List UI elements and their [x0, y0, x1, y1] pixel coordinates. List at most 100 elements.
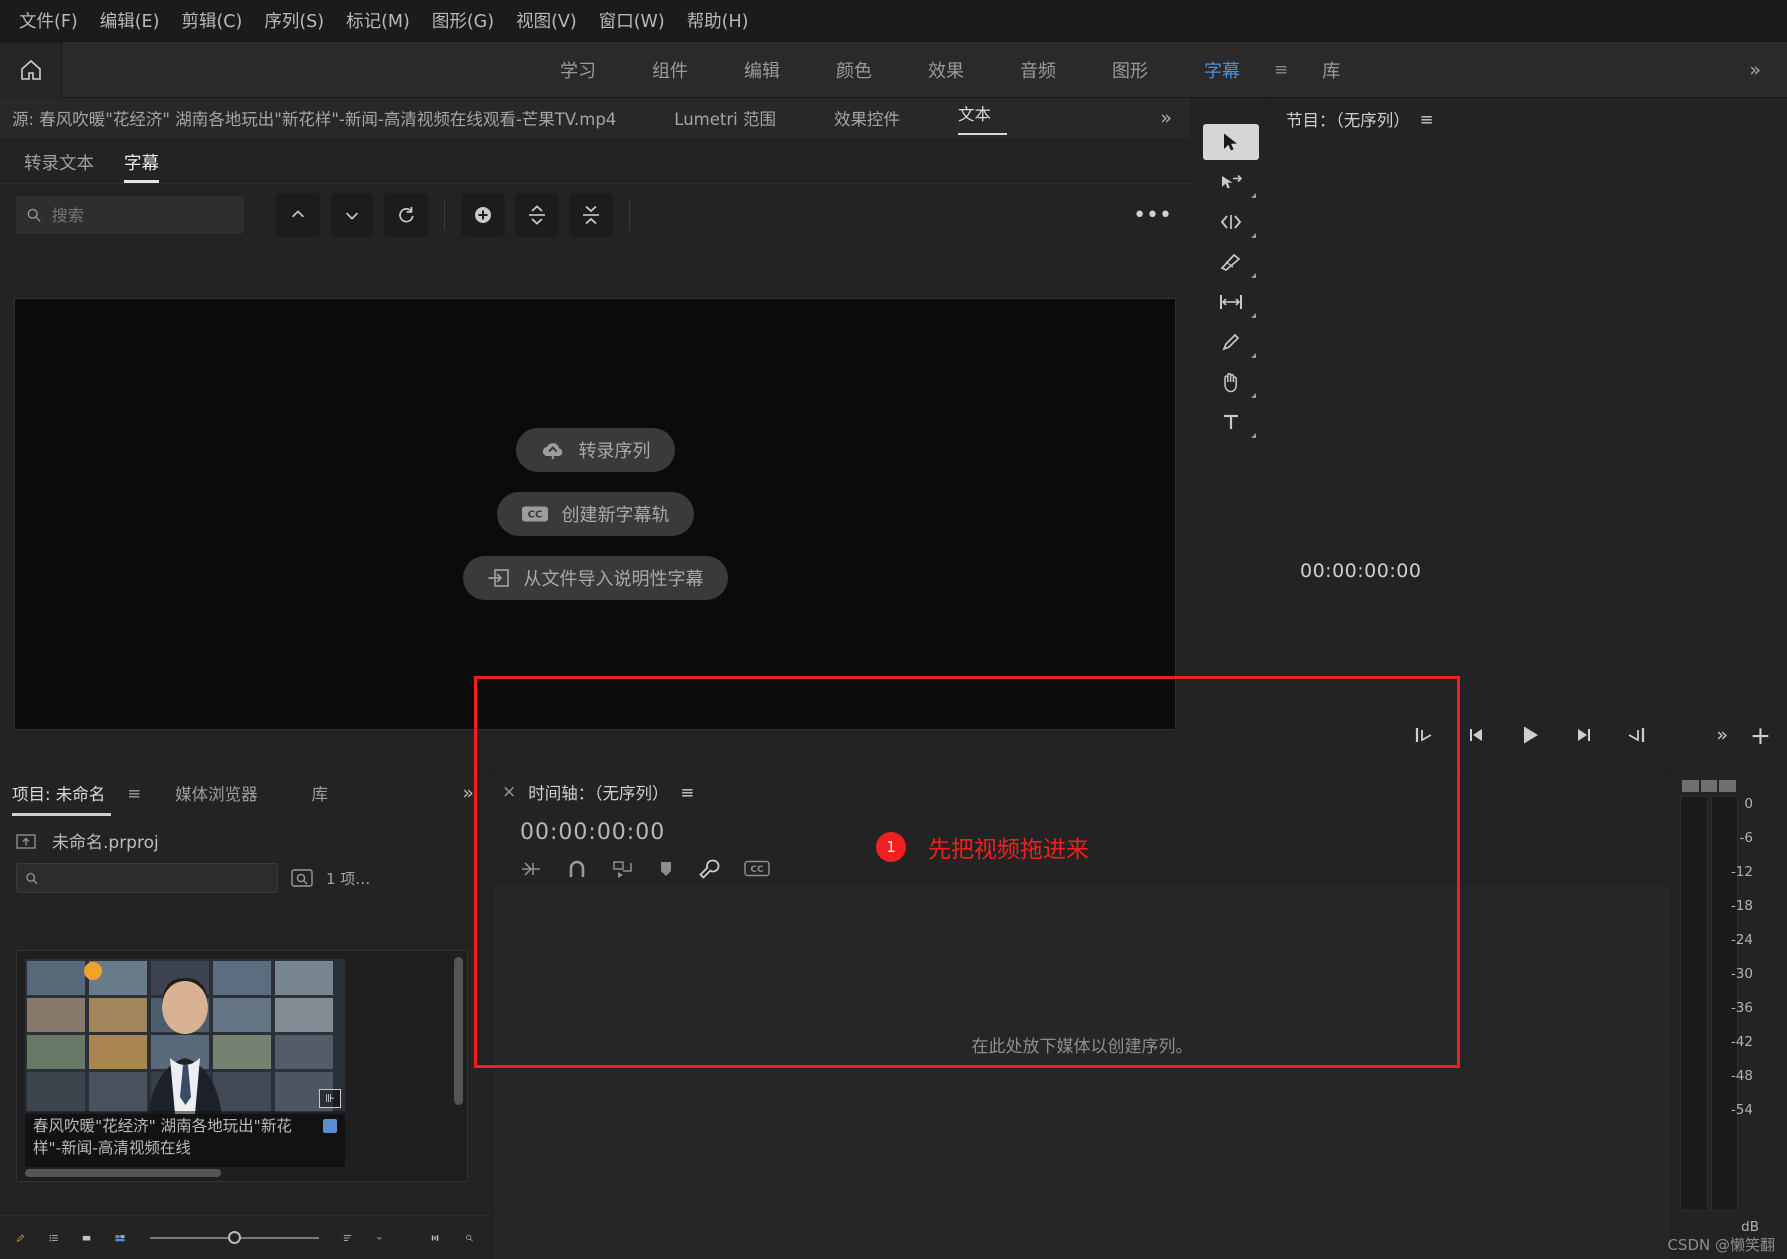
create-new-caption-track-button[interactable]: CC 创建新字幕轨	[496, 492, 694, 536]
caption-split-button[interactable]	[515, 193, 559, 237]
nest-icon[interactable]	[520, 859, 542, 879]
automate-icon[interactable]	[431, 1228, 441, 1248]
project-panel: 项目: 未命名 ≡ 媒体浏览器 库 » 未命名.prproj 1 项… ⊪ 春风…	[0, 772, 490, 1259]
captions-search-box[interactable]	[16, 196, 244, 234]
tab-project[interactable]: 项目: 未命名	[12, 781, 127, 816]
type-tool[interactable]	[1203, 404, 1259, 440]
caption-next-button[interactable]	[330, 193, 374, 237]
bin-vertical-scrollbar[interactable]	[454, 957, 463, 1105]
workspace-overflow-icon[interactable]: »	[1749, 59, 1761, 81]
captions-search-input[interactable]	[51, 205, 234, 225]
cc-icon[interactable]: CC	[744, 860, 770, 878]
text-panel-overflow-icon[interactable]: »	[1160, 107, 1172, 129]
project-search-box[interactable]	[16, 863, 278, 893]
subtab-transcript[interactable]: 转录文本	[12, 150, 112, 183]
home-button[interactable]	[0, 41, 62, 98]
selection-tool[interactable]	[1203, 124, 1259, 160]
menu-item-help[interactable]: 帮助(H)	[676, 4, 760, 37]
clip-item[interactable]: ⊪ 春风吹暖"花经济" 湖南各地玩出"新花样"-新闻-高清视频在线	[25, 959, 345, 1167]
marker-icon[interactable]	[658, 859, 674, 879]
clip-insert-badge[interactable]: ⊪	[319, 1089, 341, 1108]
go-to-out-icon[interactable]	[1624, 726, 1646, 744]
play-icon[interactable]	[1518, 724, 1542, 746]
timeline-body[interactable]: 在此处放下媒体以创建序列。	[494, 884, 1670, 1259]
subtab-captions[interactable]: 字幕	[112, 150, 177, 183]
program-monitor-burger-icon[interactable]: ≡	[1420, 110, 1434, 129]
menu-item-window[interactable]: 窗口(W)	[588, 4, 676, 37]
timeline-header: × 时间轴：（无序列） ≡	[494, 772, 1670, 812]
project-bin-area[interactable]: ⊪ 春风吹暖"花经济" 湖南各地玩出"新花样"-新闻-高清视频在线	[16, 950, 468, 1182]
zoom-slider[interactable]	[150, 1231, 320, 1244]
wrench-icon[interactable]	[698, 858, 720, 880]
captions-more-button[interactable]: •••	[1133, 203, 1172, 228]
bin-horizontal-scrollbar[interactable]	[25, 1169, 221, 1177]
svg-text:CC: CC	[527, 510, 542, 521]
ripple-edit-tool[interactable]	[1203, 204, 1259, 240]
transcribe-sequence-button[interactable]: 转录序列	[515, 428, 675, 472]
timeline-close-button[interactable]: ×	[502, 782, 516, 802]
hand-tool[interactable]	[1203, 364, 1259, 400]
find-icon[interactable]	[290, 867, 314, 889]
icon-view-icon[interactable]	[82, 1228, 91, 1248]
menu-item-file[interactable]: 文件(F)	[8, 4, 89, 37]
chevron-down-icon[interactable]	[376, 1230, 383, 1246]
meter-tick-0: 0	[1744, 796, 1753, 812]
link-icon[interactable]	[612, 859, 634, 879]
timeline-annotation: 1 先把视频拖进来	[876, 830, 1089, 864]
new-item-pen-icon[interactable]	[16, 1227, 25, 1249]
project-panel-overflow-icon[interactable]: »	[462, 782, 474, 804]
caption-prev-button[interactable]	[276, 193, 320, 237]
razor-tool[interactable]	[1203, 244, 1259, 280]
pen-tool[interactable]	[1203, 324, 1259, 360]
menu-item-view[interactable]: 视图(V)	[505, 4, 588, 37]
tab-media-browser[interactable]: 媒体浏览器	[151, 781, 280, 805]
magnifier-icon[interactable]	[465, 1228, 474, 1248]
folder-up-icon	[16, 834, 36, 849]
tool-corner-indicator	[1251, 193, 1256, 198]
caption-add-button[interactable]	[461, 193, 505, 237]
menu-item-sequence[interactable]: 序列(S)	[253, 4, 335, 37]
list-view-icon[interactable]	[49, 1228, 58, 1248]
meter-tick-8: -48	[1730, 1068, 1753, 1084]
menu-item-edit[interactable]: 编辑(E)	[89, 4, 171, 37]
workspace-tab-learn[interactable]: 学习	[532, 51, 624, 89]
workspace-tab-color[interactable]: 颜色	[808, 51, 900, 89]
workspace-tab-effects[interactable]: 效果	[900, 51, 992, 89]
step-back-icon[interactable]	[1466, 726, 1488, 744]
zoom-slider-knob[interactable]	[228, 1231, 242, 1244]
tab-lumetri-scopes[interactable]: Lumetri 范围	[632, 106, 792, 130]
caption-refresh-button[interactable]	[384, 193, 428, 237]
workspace-tab-graphics[interactable]: 图形	[1084, 51, 1176, 89]
program-monitor-overflow-icon[interactable]: »	[1716, 724, 1728, 746]
freeform-view-icon[interactable]	[115, 1228, 126, 1248]
project-panel-burger-icon[interactable]: ≡	[127, 784, 151, 803]
sort-icon[interactable]	[343, 1228, 352, 1248]
timeline-timecode[interactable]: 00:00:00:00	[520, 820, 665, 845]
track-select-tool[interactable]	[1203, 164, 1259, 200]
workspace-tab-libraries[interactable]: 库	[1294, 51, 1368, 89]
caption-merge-button[interactable]	[569, 193, 613, 237]
import-captions-from-file-button[interactable]: 从文件导入说明性字幕	[462, 556, 728, 600]
workspace-tab-editing[interactable]: 编辑	[716, 51, 808, 89]
project-file-row[interactable]: 未命名.prproj	[0, 814, 490, 863]
program-monitor-add-button[interactable]: +	[1750, 721, 1771, 750]
menu-item-marker[interactable]: 标记(M)	[335, 4, 421, 37]
workspace-tab-assembly[interactable]: 组件	[624, 51, 716, 89]
cursor-arrow-icon	[1224, 133, 1237, 151]
tab-text[interactable]: 文本	[957, 101, 1007, 135]
workspace-burger-icon[interactable]: ≡	[1268, 60, 1294, 80]
razor-icon	[1220, 253, 1241, 272]
tab-effect-controls[interactable]: 效果控件	[792, 106, 916, 130]
tab-source-monitor[interactable]: 源: 春风吹暖"花经济" 湖南各地玩出"新花样"-新闻-高清视频在线观看-芒果T…	[12, 106, 632, 130]
magnet-icon[interactable]	[566, 859, 588, 879]
go-to-in-icon[interactable]	[1414, 726, 1436, 744]
tab-libraries[interactable]: 库	[280, 781, 351, 805]
project-search-input[interactable]	[46, 870, 269, 886]
slip-tool[interactable]	[1203, 284, 1259, 320]
step-forward-icon[interactable]	[1572, 726, 1594, 744]
timeline-burger-icon[interactable]: ≡	[681, 783, 695, 802]
menu-item-clip[interactable]: 剪辑(C)	[170, 4, 253, 37]
menu-item-graphics[interactable]: 图形(G)	[421, 4, 505, 37]
workspace-tab-captions[interactable]: 字幕	[1176, 51, 1268, 89]
workspace-tab-audio[interactable]: 音频	[992, 51, 1084, 89]
